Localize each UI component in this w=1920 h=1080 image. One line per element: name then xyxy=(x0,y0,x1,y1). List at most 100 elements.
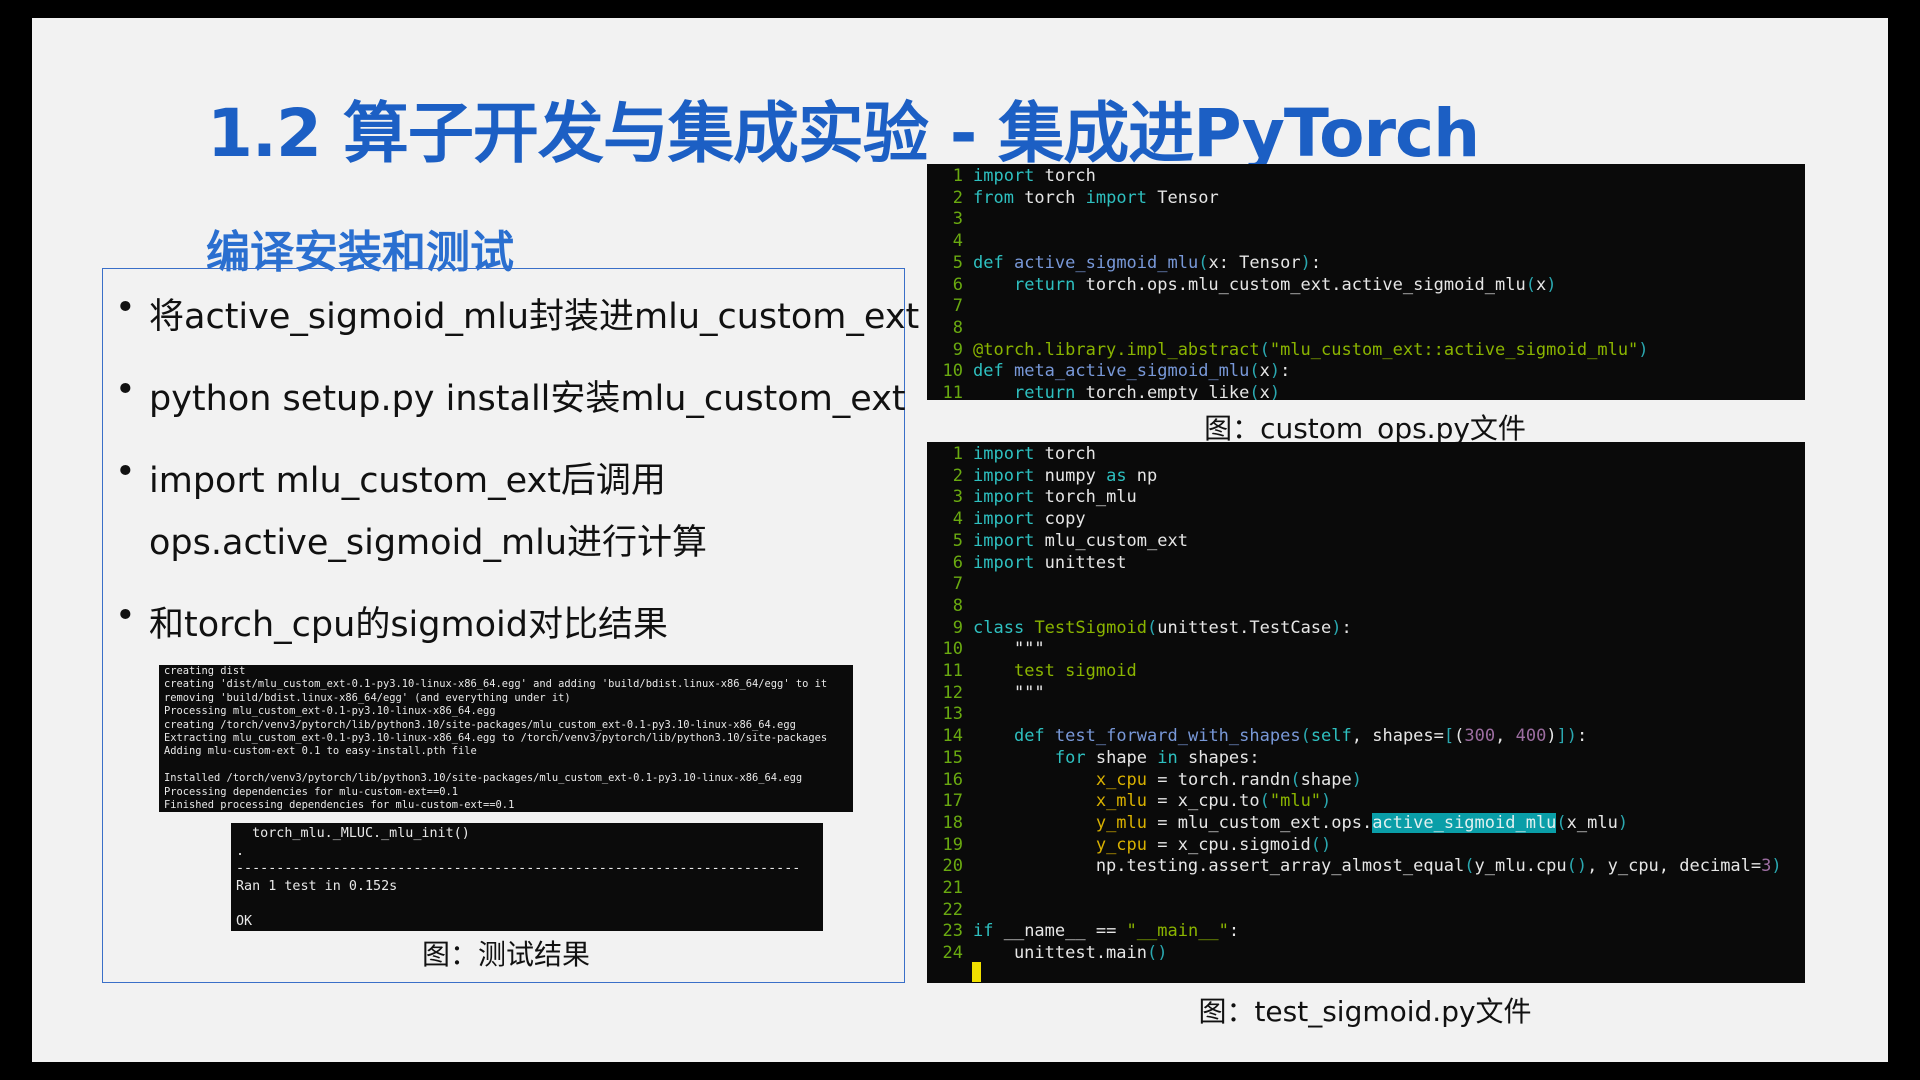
code-line: 11 return torch.empty_like(x) xyxy=(927,383,1805,400)
code-token: if xyxy=(973,921,994,942)
code-token: torch xyxy=(1034,166,1096,186)
code-token: ( xyxy=(1259,791,1270,812)
code-token: unittest.TestCase xyxy=(1157,617,1332,638)
code-token: ( xyxy=(1198,252,1209,273)
bullet-text: import mlu_custom_ext后调用 xyxy=(149,461,666,501)
code-token: ( xyxy=(1249,383,1260,400)
code-token: copy xyxy=(1034,509,1086,530)
line-number: 5 xyxy=(952,252,963,273)
code-token: () xyxy=(1147,943,1168,964)
code-token: torch.ops.mlu_custom_ext.active_sigmoid_… xyxy=(1075,274,1526,295)
code-token: mlu_custom_ext xyxy=(1034,530,1188,551)
line-number: 6 xyxy=(952,274,963,295)
custom-ops-code-screenshot: 1 import torch 2 from torch import Tensor 3 4… xyxy=(927,164,1805,400)
line-number: 3 xyxy=(952,209,963,230)
code-token: ) xyxy=(1546,726,1557,747)
code-line: 5 import mlu_custom_ext xyxy=(927,531,1805,553)
terminal-line: Adding mlu-custom-ext 0.1 to easy-instal… xyxy=(164,745,477,758)
code-line: 20 np.testing.assert_array_almost_equal(… xyxy=(927,856,1805,878)
code-line: 3 import torch_mlu xyxy=(927,487,1805,509)
line-number: 12 xyxy=(942,682,963,703)
terminal-line: Installed /torch/venv3/pytorch/lib/pytho… xyxy=(164,772,803,785)
code-line: 7 xyxy=(927,574,1805,596)
code-token: : xyxy=(1310,252,1322,273)
code-line: 22 xyxy=(927,900,1805,922)
code-token: : xyxy=(1577,726,1588,747)
code-line: 14 def test_forward_with_shapes(self, sh… xyxy=(927,726,1805,748)
code-token: ) xyxy=(1269,383,1281,400)
code-token: [ xyxy=(1443,726,1455,747)
code-token: from xyxy=(973,187,1014,208)
code-token: test sigmoid xyxy=(1013,661,1137,682)
code-line: 4 import copy xyxy=(927,509,1805,531)
terminal-line: Ran 1 test in 0.152s xyxy=(236,878,398,894)
terminal-line: Extracting mlu_custom_ext-0.1-py3.10-lin… xyxy=(164,732,828,745)
code-token: 300 xyxy=(1464,726,1496,747)
code-token: return xyxy=(1013,274,1076,295)
code-line: 2 import numpy as np xyxy=(927,466,1805,488)
code-token: np xyxy=(1126,465,1158,486)
line-number: 8 xyxy=(952,595,963,616)
code-token: TestSigmoid xyxy=(1034,617,1148,638)
code-token: ( xyxy=(1525,274,1536,295)
bullet-dot-icon: • xyxy=(115,596,136,636)
code-token: self xyxy=(1310,726,1352,747)
code-line: 11 test sigmoid xyxy=(927,661,1805,683)
code-token: ) xyxy=(1321,791,1332,812)
code-token: for xyxy=(1054,747,1086,768)
code-token: = torch.randn xyxy=(1147,769,1291,790)
line-number: 4 xyxy=(952,509,963,530)
line-number: 20 xyxy=(942,856,963,877)
line-number: 11 xyxy=(942,383,963,400)
install-log-screenshot: creating dist creating 'dist/mlu_custom_e… xyxy=(159,665,853,812)
bullet-item: • 和torch_cpu的sigmoid对比结果 xyxy=(115,596,668,647)
code-token: shape xyxy=(1085,747,1158,768)
code-token: import xyxy=(973,509,1035,530)
code-token: ) xyxy=(1269,361,1281,382)
code-token: () xyxy=(1310,834,1332,855)
caption-test-sigmoid: 图：test_sigmoid.py文件 xyxy=(1198,995,1532,1028)
bullet-item-continued: ops.active_sigmoid_mlu进行计算 xyxy=(149,514,707,565)
code-token: torch.empty_like xyxy=(1075,383,1250,400)
line-number: 1 xyxy=(952,166,963,186)
line-number: 15 xyxy=(942,747,963,768)
code-line: 23 if __name__ == "__main__": xyxy=(927,921,1805,943)
line-number: 18 xyxy=(942,812,963,833)
line-number: 13 xyxy=(942,704,963,725)
terminal-line: Processing mlu_custom_ext-0.1-py3.10-lin… xyxy=(164,705,496,718)
code-token: Tensor xyxy=(1147,187,1219,208)
line-number: 1 xyxy=(952,444,963,464)
bullet-text: 和torch_cpu的sigmoid对比结果 xyxy=(149,605,668,645)
code-token: def xyxy=(1013,726,1045,747)
code-token: x xyxy=(1535,274,1547,295)
code-token: ( xyxy=(1249,361,1260,382)
code-line: 4 xyxy=(927,231,1805,253)
code-token: active_sigmoid_mlu xyxy=(1372,812,1557,833)
bullet-item: • import mlu_custom_ext后调用 xyxy=(115,452,666,503)
code-line: 19 y_cpu = x_cpu.sigmoid() xyxy=(927,835,1805,857)
bullet-dot-icon: • xyxy=(115,452,136,492)
line-number: 22 xyxy=(942,899,963,920)
code-line: 1 import torch xyxy=(927,444,1805,466)
code-token: unittest.main xyxy=(973,943,1147,964)
line-number: 5 xyxy=(952,530,963,551)
terminal-line: creating dist xyxy=(164,665,246,677)
code-token: x xyxy=(1259,383,1270,400)
code-token: x_cpu xyxy=(1095,769,1148,790)
line-number: 19 xyxy=(942,834,963,855)
code-line: 8 xyxy=(927,596,1805,618)
caption-test-result: 图：测试结果 xyxy=(421,938,591,971)
terminal-line: OK xyxy=(236,913,253,929)
code-line: 12 """ xyxy=(927,683,1805,705)
code-token: ) xyxy=(1617,812,1629,833)
code-line: 16 x_cpu = torch.randn(shape) xyxy=(927,770,1805,792)
code-token: ( xyxy=(1147,617,1158,638)
code-token: "mlu_custom_ext::active_sigmoid_mlu" xyxy=(1269,339,1639,360)
code-token: , xyxy=(1495,726,1516,747)
